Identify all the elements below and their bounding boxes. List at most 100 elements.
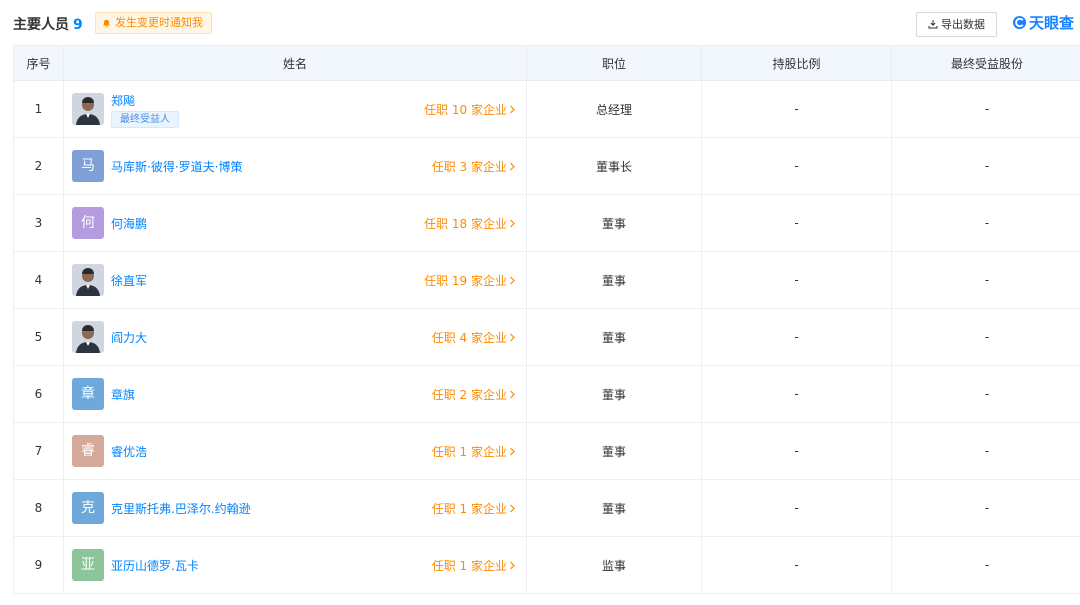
person-name-link[interactable]: 章旗 [111, 386, 135, 403]
person-avatar[interactable]: 马 [72, 150, 104, 182]
positions-link[interactable]: 任职 1 家企业 [432, 443, 516, 460]
section-title-text: 主要人员 [13, 17, 69, 33]
positions-count-label: 任职 1 家企业 [431, 559, 507, 573]
share-ratio-cell: - [701, 251, 892, 309]
position-cell: 董事 [526, 422, 702, 480]
tianyancha-logo: 天眼查 [1012, 12, 1074, 33]
person-photo-icon [72, 321, 104, 353]
person-name-link[interactable]: 马库斯·彼得·罗道夫·博策 [111, 158, 242, 175]
table-row: 4 徐直军 任职 19 家企业 董事 - - [13, 251, 1080, 309]
person-name-link[interactable]: 何海鹏 [111, 215, 147, 232]
name-cell: 郑飚最终受益人 任职 10 家企业 [63, 80, 527, 138]
position-cell: 董事 [526, 308, 702, 366]
column-header-index: 序号 [13, 45, 64, 81]
beneficiary-tag: 最终受益人 [111, 111, 179, 128]
table-row: 2 马马库斯·彼得·罗道夫·博策 任职 3 家企业 董事长 - - [13, 137, 1080, 195]
table-row: 6 章章旗 任职 2 家企业 董事 - - [13, 365, 1080, 423]
person-name-link[interactable]: 克里斯托弗.巴泽尔.约翰逊 [111, 500, 251, 517]
person-name-link[interactable]: 睿优浩 [111, 443, 147, 460]
row-index: 6 [13, 365, 64, 423]
table-row: 3 何何海鹏 任职 18 家企业 董事 - - [13, 194, 1080, 252]
final-benefit-cell: - [891, 422, 1080, 480]
name-cell: 章章旗 任职 2 家企业 [63, 365, 527, 423]
positions-link[interactable]: 任职 19 家企业 [424, 272, 516, 289]
positions-link[interactable]: 任职 1 家企业 [432, 500, 516, 517]
person-name-link[interactable]: 郑飚 [111, 92, 135, 109]
name-cell: 徐直军 任职 19 家企业 [63, 251, 527, 309]
notify-change-button[interactable]: 发生变更时通知我 [95, 12, 212, 34]
positions-link[interactable]: 任职 10 家企业 [424, 101, 516, 118]
final-benefit-cell: - [891, 194, 1080, 252]
positions-count-label: 任职 1 家企业 [431, 445, 507, 459]
chevron-right-icon [510, 162, 515, 171]
chevron-right-icon [510, 276, 515, 285]
section-header: 主要人员 9 发生变更时通知我 导出数据 天眼查 [0, 0, 1080, 46]
table-body: 1 郑飚 最终受益人 任职 10 家企业 总经理 - -2 马马库斯·彼得·罗道夫·博策 任职 … [13, 80, 1080, 594]
positions-link[interactable]: 任职 2 家企业 [432, 386, 516, 403]
position-cell: 董事长 [526, 137, 702, 195]
person-name-link[interactable]: 阎力大 [111, 329, 147, 346]
person-avatar[interactable] [72, 321, 104, 353]
positions-count-label: 任职 19 家企业 [424, 274, 507, 288]
person-avatar[interactable] [72, 264, 104, 296]
positions-link[interactable]: 任职 4 家企业 [432, 329, 516, 346]
share-ratio-cell: - [701, 308, 892, 366]
column-header-name: 姓名 [63, 45, 527, 81]
column-header-final-benefit: 最终受益股份 [891, 45, 1080, 81]
positions-link[interactable]: 任职 3 家企业 [432, 158, 516, 175]
name-cell: 马马库斯·彼得·罗道夫·博策 任职 3 家企业 [63, 137, 527, 195]
export-data-button[interactable]: 导出数据 [916, 12, 997, 37]
positions-count-label: 任职 3 家企业 [431, 160, 507, 174]
row-index: 2 [13, 137, 64, 195]
chevron-right-icon [510, 504, 515, 513]
person-avatar[interactable]: 章 [72, 378, 104, 410]
name-cell: 阎力大 任职 4 家企业 [63, 308, 527, 366]
person-avatar[interactable]: 亚 [72, 549, 104, 581]
chevron-right-icon [510, 105, 515, 114]
positions-count-label: 任职 18 家企业 [424, 217, 507, 231]
share-ratio-cell: - [701, 137, 892, 195]
positions-link[interactable]: 任职 1 家企业 [432, 557, 516, 574]
share-ratio-cell: - [701, 194, 892, 252]
person-avatar[interactable]: 何 [72, 207, 104, 239]
position-cell: 董事 [526, 251, 702, 309]
share-ratio-cell: - [701, 536, 892, 594]
row-index: 3 [13, 194, 64, 252]
row-index: 4 [13, 251, 64, 309]
person-name-link[interactable]: 亚历山德罗.瓦卡 [111, 557, 199, 574]
table-row: 9 亚亚历山德罗.瓦卡 任职 1 家企业 监事 - - [13, 536, 1080, 594]
people-count: 9 [73, 17, 83, 33]
final-benefit-cell: - [891, 137, 1080, 195]
column-header-share-ratio: 持股比例 [701, 45, 892, 81]
download-icon [928, 20, 938, 29]
person-avatar[interactable]: 睿 [72, 435, 104, 467]
row-index: 7 [13, 422, 64, 480]
share-ratio-cell: - [701, 422, 892, 480]
table-header-row: 序号 姓名 职位 持股比例 最终受益股份 [13, 45, 1080, 81]
chevron-right-icon [510, 447, 515, 456]
table-row: 5 阎力大 任职 4 家企业 董事 - - [13, 308, 1080, 366]
table-row: 1 郑飚 最终受益人 任职 10 家企业 总经理 - - [13, 80, 1080, 138]
table-row: 7 睿睿优浩 任职 1 家企业 董事 - - [13, 422, 1080, 480]
person-name-link[interactable]: 徐直军 [111, 272, 147, 289]
positions-count-label: 任职 2 家企业 [431, 388, 507, 402]
name-cell: 亚亚历山德罗.瓦卡 任职 1 家企业 [63, 536, 527, 594]
export-data-label: 导出数据 [941, 18, 985, 31]
person-avatar[interactable]: 克 [72, 492, 104, 524]
row-index: 8 [13, 479, 64, 537]
positions-link[interactable]: 任职 18 家企业 [424, 215, 516, 232]
share-ratio-cell: - [701, 80, 892, 138]
person-avatar[interactable] [72, 93, 104, 125]
final-benefit-cell: - [891, 365, 1080, 423]
logo-text: 天眼查 [1029, 14, 1075, 32]
people-table: 序号 姓名 职位 持股比例 最终受益股份 1 郑飚 最终受益人 任职 10 家企业 总经… [13, 45, 1080, 594]
table-row: 8 克克里斯托弗.巴泽尔.约翰逊 任职 1 家企业 董事 - - [13, 479, 1080, 537]
row-index: 5 [13, 308, 64, 366]
final-benefit-cell: - [891, 251, 1080, 309]
column-header-position: 职位 [526, 45, 702, 81]
logo-mark-icon [1012, 15, 1027, 30]
position-cell: 董事 [526, 365, 702, 423]
bell-icon [103, 19, 110, 27]
position-cell: 董事 [526, 479, 702, 537]
name-cell: 睿睿优浩 任职 1 家企业 [63, 422, 527, 480]
